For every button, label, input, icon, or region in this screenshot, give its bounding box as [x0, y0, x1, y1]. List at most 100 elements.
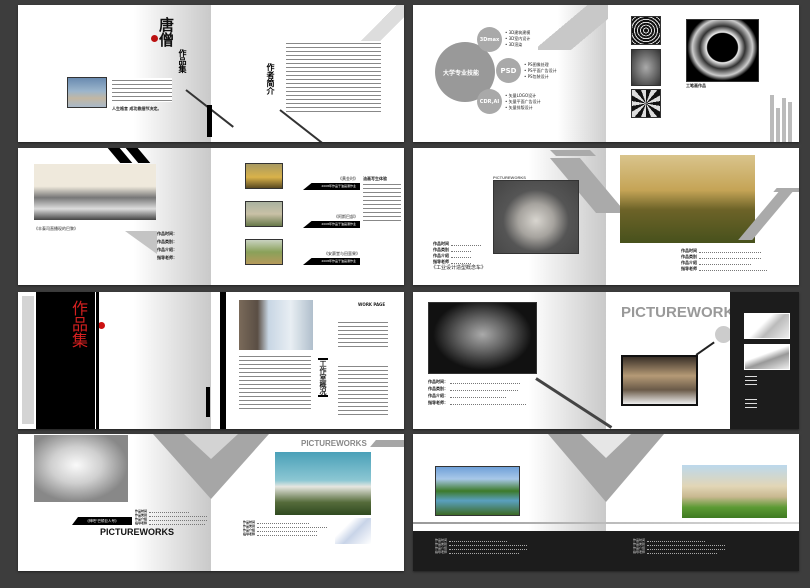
- right-heading: WORK PAGE: [358, 302, 386, 307]
- work-info: 作品时间 作品类别 作品介绍 指导老师: [135, 509, 208, 525]
- caravan-tent-image: [620, 155, 755, 243]
- painting-subtitle-bar: 2008年作品于油画课作业: [303, 258, 360, 265]
- field-label: 作品类别：: [428, 386, 448, 391]
- spread-paintings: 《丰泰司直播现的巴黎》 作品时间： 作品类别： 作品介绍： 指导老师： 《黄金时…: [18, 148, 404, 285]
- field-label: 作品介绍: [681, 260, 697, 265]
- work-info: 作品时间 作品类别 作品介绍 指导老师: [681, 248, 767, 272]
- field-label: 作品时间：: [428, 379, 448, 384]
- field-label: 指导老师: [435, 550, 448, 554]
- studio-text: [239, 354, 311, 409]
- field-row: 指导老师: [633, 550, 725, 554]
- essay-text: [363, 182, 401, 224]
- portfolio-title: 作品集: [178, 49, 187, 73]
- painting-subtitle-bar: 2008年作品于油画课作业: [303, 221, 360, 228]
- motto: 人生格言 成功靠细节决定。: [112, 106, 162, 111]
- black-line: [96, 292, 99, 429]
- featured-caption: 工笔画作品: [686, 83, 706, 88]
- hotel-render-image: [275, 452, 371, 515]
- red-calligraphy-title: 作品集: [69, 300, 88, 348]
- gray-strip: [22, 296, 34, 424]
- spread-3d-works: 作品时间： 作品类别： 作品介绍： 指导老师： PICTUREWORKS: [413, 292, 799, 429]
- field-label: 指导老师: [135, 521, 148, 525]
- skill-list-cdr: • 矢量LOGO设计 • 矢量平面广告设计 • 矢量排版设计: [505, 93, 541, 111]
- black-edge: [220, 292, 226, 429]
- field-label: 作品时间: [681, 248, 697, 253]
- work-info: 作品时间 作品类别 作品介绍 指导老师: [433, 241, 481, 265]
- field-row: 作品时间：: [428, 379, 526, 385]
- artwork-thumb: [631, 89, 661, 118]
- field-label: 作品时间：: [157, 231, 177, 236]
- field-row: 指导老师: [243, 532, 327, 536]
- portrait-photo: [67, 77, 107, 108]
- skill-circle-3dmax: 3Dmax: [477, 27, 502, 52]
- pictureworks-brand: PICTUREWORKS: [100, 527, 174, 537]
- interior-render-image: [621, 355, 698, 406]
- interior-sketch-image: [335, 518, 371, 544]
- field-label: 作品时间: [433, 241, 449, 246]
- skill-list-psd: • PS图像处理 • PS平面广告设计 • PS包装设计: [524, 62, 557, 80]
- calligraphy-name: 唐僧: [157, 17, 175, 47]
- villa-render-image: [682, 465, 787, 518]
- spread-cover-intro: 唐僧 作品集 人生格言 成功靠细节决定。 作者简介: [18, 5, 404, 142]
- gray-slash: [550, 150, 596, 156]
- profile-info-text: [112, 78, 172, 102]
- pictureworks-header: PICTUREWORKS: [301, 439, 367, 448]
- artwork-thumb: [631, 49, 661, 86]
- work-info: 作品时间 作品类别 作品介绍 指导老师: [243, 520, 328, 536]
- work-info: 作品时间： 作品类别： 作品介绍： 指导老师：: [157, 231, 177, 261]
- spread-vehicle-architecture: 《神吧"巴顿巨人号》 作品时间 作品类别 作品介绍 指导老师 PICTUREWO…: [18, 434, 404, 571]
- deco-bar: [788, 102, 792, 142]
- painting-thumb: [245, 201, 283, 227]
- skill-item: • PS包装设计: [524, 74, 549, 79]
- field-label: 作品介绍：: [428, 393, 448, 398]
- black-bar: [207, 105, 212, 137]
- skills-title: 大学专业技能: [443, 69, 480, 77]
- info-text: [338, 320, 388, 350]
- skill-name: PSD: [500, 66, 517, 75]
- spread-studio: 作品集 工作室概况 WORK PAGE: [18, 292, 404, 429]
- field-row: 指导老师: [135, 521, 207, 525]
- concept-car-image: [493, 180, 579, 254]
- spread-landscape: 作品时间 作品类别 作品介绍 指导老师 作品时间 作品类别 作品介绍 指导老师: [413, 434, 799, 571]
- concept-car-caption: 《工业设计造型概念车》: [431, 265, 487, 271]
- skill-circle-psd: PSD: [496, 58, 521, 83]
- field-label: 作品类别: [433, 247, 449, 252]
- painting-title: 《安赛堂与田蛮果》: [324, 251, 360, 256]
- garden-render-image: [435, 466, 520, 516]
- white-text-lines: [745, 374, 757, 388]
- painting-title: 《阿斯巴部》: [334, 214, 358, 219]
- field-row: 指导老师: [435, 550, 527, 554]
- paris-sketch-image: [34, 164, 156, 220]
- artwork-thumb: [631, 16, 661, 45]
- featured-artwork: [686, 19, 759, 82]
- field-row: 作品介绍：: [428, 393, 526, 399]
- spread-skills: 大学专业技能 3Dmax PSD CDR,AI • 3D建筑建模 • 3D室内设计…: [413, 5, 799, 142]
- field-label: 指导老师：: [428, 400, 448, 405]
- skill-circle-cdr-ai: CDR,AI: [477, 89, 502, 114]
- field-label: 作品类别：: [157, 239, 177, 244]
- vehicle-render-image: [34, 435, 128, 502]
- info-text: [338, 364, 388, 416]
- field-label: 指导老师: [633, 550, 646, 554]
- white-text-lines: [745, 397, 757, 411]
- field-label: 作品介绍：: [157, 247, 177, 252]
- painting-subtitle-bar: 2008年作品于油画课作业: [303, 183, 360, 190]
- skill-name: CDR,AI: [479, 98, 500, 105]
- field-label: 作品类别: [681, 254, 697, 259]
- field-row: 指导老师: [681, 266, 767, 272]
- studio-photo: [239, 300, 313, 350]
- skill-list-3dmax: • 3D建筑建模 • 3D室内设计 • 3D渲染: [505, 30, 530, 48]
- studio-overview-title: 工作室概况: [318, 358, 328, 397]
- work-info: 作品时间： 作品类别： 作品介绍： 指导老师：: [428, 379, 526, 406]
- red-seal-icon: [98, 322, 105, 329]
- skill-name: 3Dmax: [479, 36, 500, 43]
- deco-bar: [782, 98, 786, 142]
- author-bio-text: [286, 41, 381, 113]
- red-seal-icon: [151, 35, 158, 42]
- portfolio-mockup-sheet: { "spread1": {"title_calligraphy": "唐僧",…: [0, 0, 810, 588]
- corner-stripe: [538, 5, 608, 50]
- deco-bar: [770, 95, 774, 142]
- painting-thumb: [245, 163, 283, 189]
- sketch-thumb: [744, 344, 790, 370]
- field-label: 作品介绍: [433, 253, 449, 258]
